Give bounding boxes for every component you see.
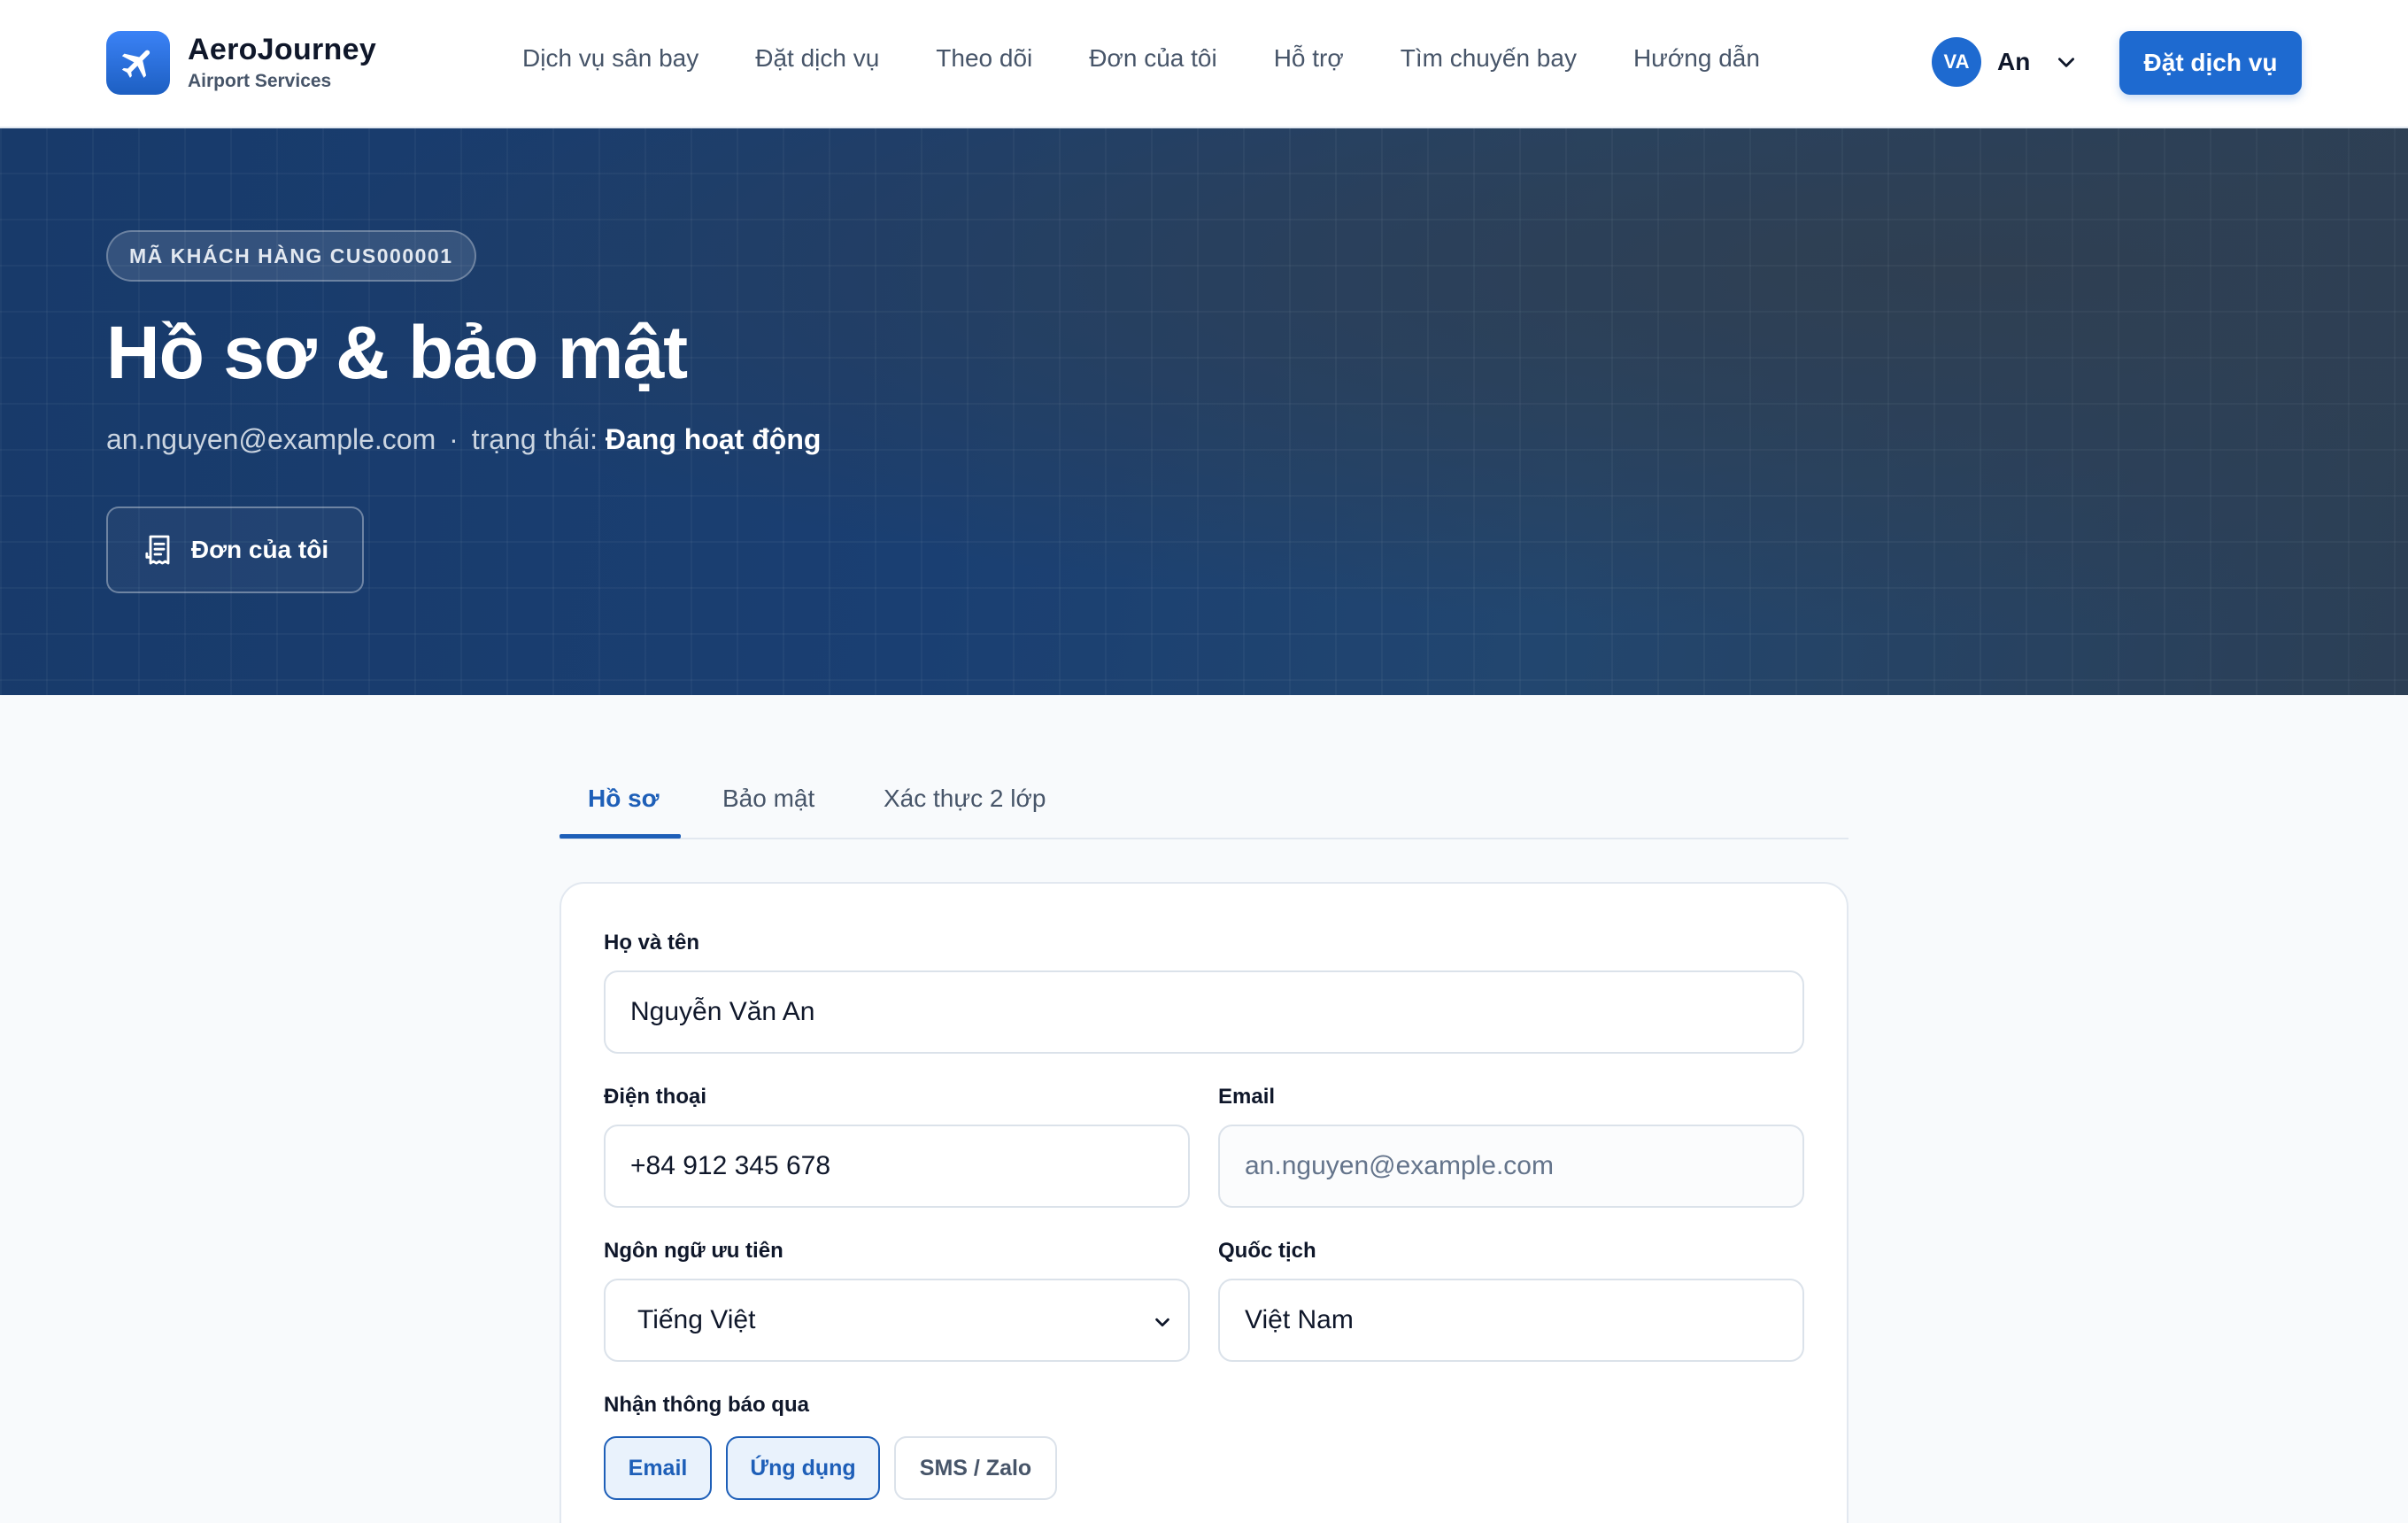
phone-label: Điện thoại bbox=[604, 1085, 707, 1109]
language-select[interactable]: Tiếng Việt bbox=[604, 1279, 1190, 1362]
user-name: An bbox=[1997, 48, 2031, 75]
account-meta: an.nguyen@example.com · trạng thái: Đang… bbox=[106, 423, 821, 456]
nav-item-my-orders[interactable]: Đơn của tôi bbox=[1089, 44, 1216, 73]
tab-two-factor[interactable]: Xác thực 2 lớp bbox=[884, 785, 1046, 813]
notify-sms-zalo-chip[interactable]: SMS / Zalo bbox=[894, 1436, 1057, 1500]
phone-field[interactable]: +84 912 345 678 bbox=[604, 1125, 1190, 1208]
my-orders-label: Đơn của tôi bbox=[190, 536, 329, 563]
customer-id-badge: MÃ KHÁCH HÀNG CUS000001 bbox=[106, 230, 476, 282]
user-menu[interactable]: VA An bbox=[1932, 37, 2078, 87]
brand-subtitle: Airport Services bbox=[188, 70, 332, 91]
tab-profile[interactable]: Hồ sơ bbox=[588, 785, 660, 813]
nav-item-find-flight[interactable]: Tìm chuyến bay bbox=[1401, 44, 1577, 73]
status-prefix: trạng thái: bbox=[471, 423, 598, 455]
full-name-label: Họ và tên bbox=[604, 931, 700, 955]
avatar: VA bbox=[1932, 37, 1981, 87]
my-orders-button[interactable]: Đơn của tôi bbox=[106, 506, 364, 593]
nav-item-guide[interactable]: Hướng dẫn bbox=[1633, 44, 1760, 73]
main-nav: Dịch vụ sân bay Đặt dịch vụ Theo dõi Đơn… bbox=[522, 44, 1817, 73]
notify-email-chip[interactable]: Email bbox=[604, 1436, 712, 1500]
notifications-label: Nhận thông báo qua bbox=[604, 1393, 809, 1417]
nav-item-airport-services[interactable]: Dịch vụ sân bay bbox=[522, 44, 698, 73]
page-title: Hồ sơ & bảo mật bbox=[106, 311, 688, 394]
tab-security[interactable]: Bảo mật bbox=[722, 785, 814, 813]
chevron-down-icon bbox=[2055, 50, 2078, 73]
active-tab-indicator bbox=[560, 834, 681, 839]
nav-item-support[interactable]: Hỗ trợ bbox=[1274, 44, 1344, 73]
profile-hero: MÃ KHÁCH HÀNG CUS000001 Hồ sơ & bảo mật … bbox=[0, 128, 2408, 695]
profile-form-card: Họ và tên Nguyễn Văn An Điện thoại +84 9… bbox=[560, 882, 1848, 1523]
status-badge: Đang hoạt động bbox=[605, 423, 822, 455]
full-name-field[interactable]: Nguyễn Văn An bbox=[604, 970, 1804, 1054]
nationality-label: Quốc tịch bbox=[1218, 1239, 1316, 1263]
email-field[interactable]: an.nguyen@example.com bbox=[1218, 1125, 1804, 1208]
brand-logo[interactable]: AeroJourney Airport Services bbox=[106, 31, 376, 95]
email-label: Email bbox=[1218, 1085, 1276, 1109]
meta-separator: · bbox=[449, 423, 459, 455]
account-email: an.nguyen@example.com bbox=[106, 423, 436, 455]
top-navigation-bar: AeroJourney Airport Services Dịch vụ sân… bbox=[0, 0, 2408, 128]
book-service-button[interactable]: Đặt dịch vụ bbox=[2119, 31, 2302, 95]
notify-app-chip[interactable]: Ứng dụng bbox=[726, 1436, 880, 1500]
brand-name: AeroJourney bbox=[188, 33, 377, 67]
language-select-value: Tiếng Việt bbox=[637, 1305, 756, 1334]
nationality-field[interactable]: Việt Nam bbox=[1218, 1279, 1804, 1362]
language-label: Ngôn ngữ ưu tiên bbox=[604, 1239, 783, 1263]
receipt-icon bbox=[142, 532, 191, 568]
chevron-down-icon bbox=[1153, 1312, 1172, 1332]
profile-tabs: Hồ sơ Bảo mật Xác thực 2 lớp bbox=[560, 769, 1848, 839]
nav-item-tracking[interactable]: Theo dõi bbox=[936, 44, 1032, 73]
nav-item-book-service[interactable]: Đặt dịch vụ bbox=[755, 44, 879, 73]
airplane-icon bbox=[106, 31, 170, 95]
